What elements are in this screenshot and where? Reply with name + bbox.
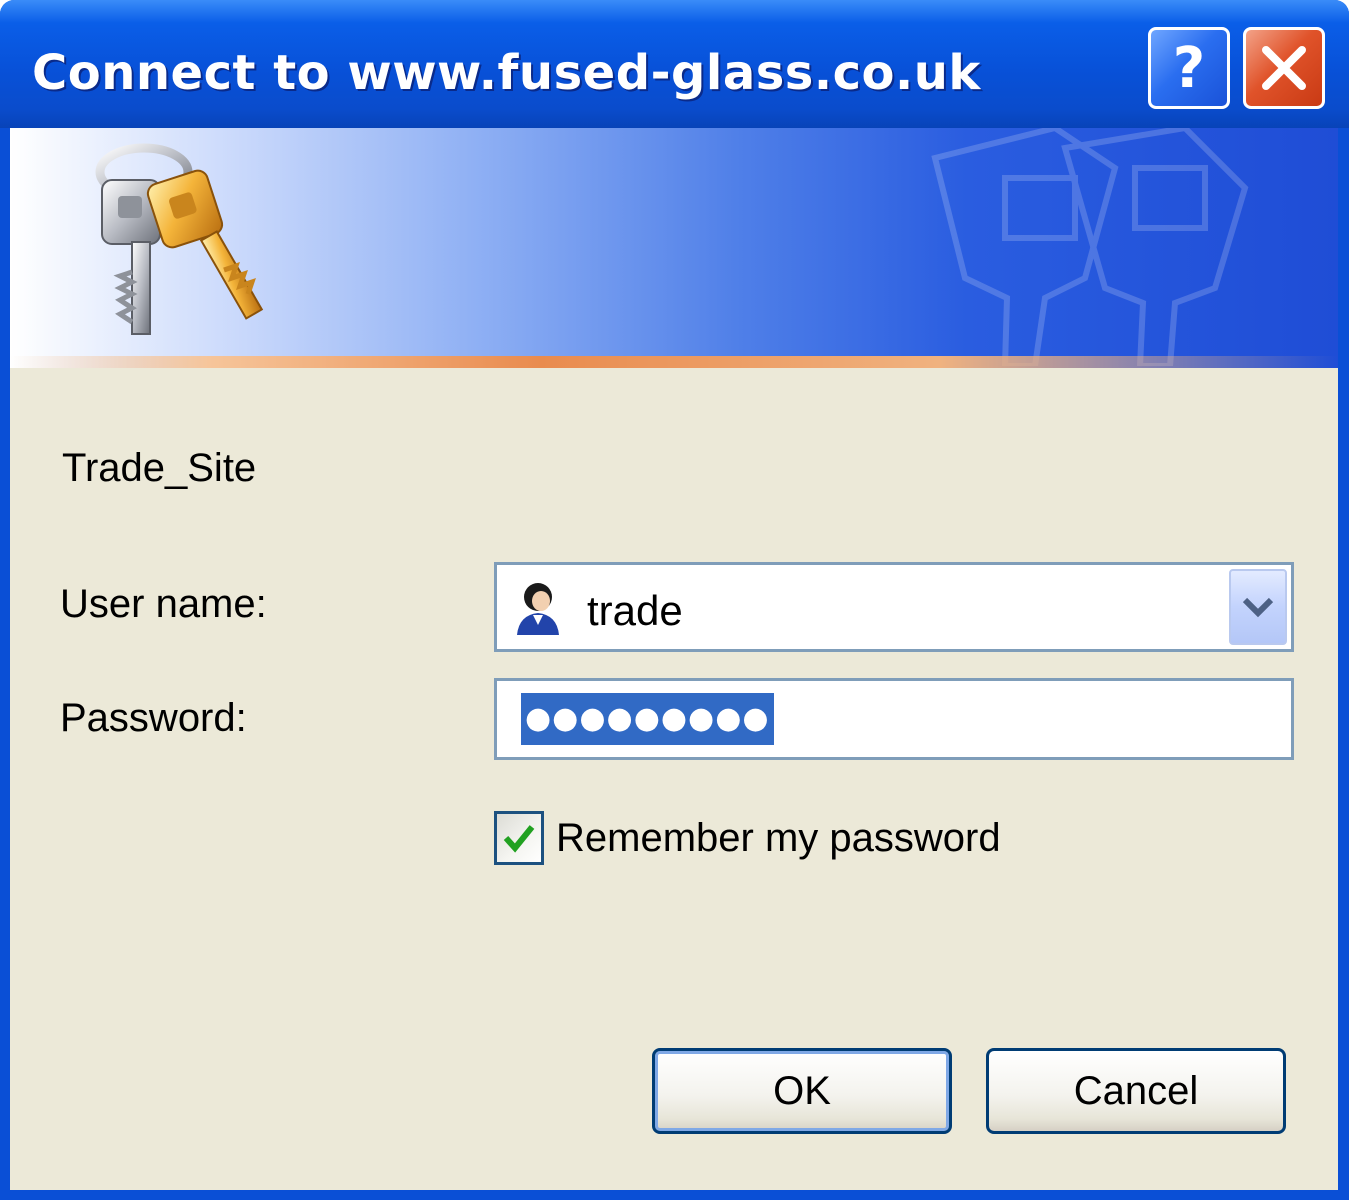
question-mark-icon: ? [1172,35,1206,101]
chevron-down-icon [1242,597,1274,618]
user-icon [517,583,559,635]
banner [10,128,1338,368]
username-combobox[interactable]: trade [494,562,1294,652]
keys-icon [95,143,264,335]
realm-text: Trade_Site [62,446,257,490]
password-field[interactable]: ●●●●●●●●● [494,678,1294,760]
dialog-body: Trade_Site User name: trade Password: ●●… [10,128,1338,1190]
username-dropdown-button[interactable] [1229,569,1287,645]
ok-button[interactable]: OK [652,1048,952,1134]
remember-password-label[interactable]: Remember my password [556,816,1001,861]
username-value: trade [587,587,683,634]
close-button[interactable] [1243,27,1325,109]
title-bar[interactable]: Connect to www.fused-glass.co.uk ? [0,0,1349,128]
password-label: Password: [60,696,247,740]
keys-watermark-icon [931,128,1249,366]
username-label: User name: [60,582,267,626]
checkmark-icon [503,825,535,853]
password-masked-value: ●●●●●●●●● [521,693,774,745]
login-dialog-window: Connect to www.fused-glass.co.uk ? Trade… [0,0,1349,1200]
remember-password-checkbox[interactable] [494,811,544,865]
window-title: Connect to www.fused-glass.co.uk [32,45,981,101]
close-icon [1262,46,1306,90]
remember-password-option[interactable]: Remember my password [494,808,1001,868]
banner-glow-line [10,356,1338,368]
cancel-button[interactable]: Cancel [986,1048,1286,1134]
help-button[interactable]: ? [1148,27,1230,109]
